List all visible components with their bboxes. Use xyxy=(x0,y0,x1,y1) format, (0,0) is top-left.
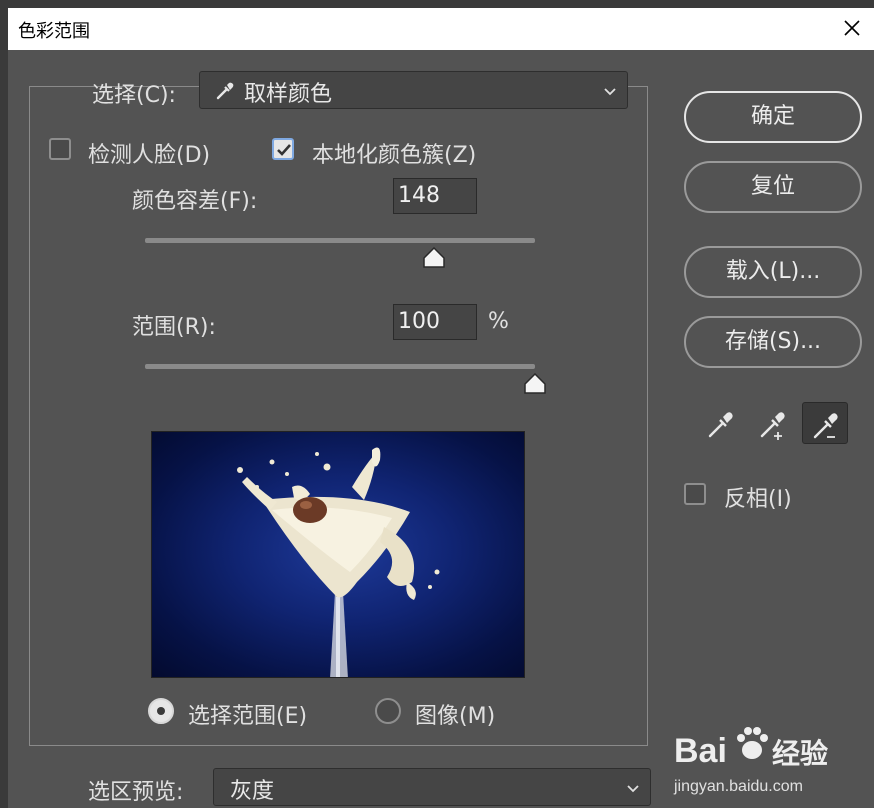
select-dropdown[interactable]: 取样颜色 xyxy=(199,71,628,109)
detect-faces-label: 检测人脸(D) xyxy=(88,143,211,168)
invert-checkbox[interactable] xyxy=(684,483,706,505)
selection-radio[interactable] xyxy=(148,698,174,724)
range-unit: % xyxy=(488,309,509,334)
ok-button[interactable]: 确定 xyxy=(684,91,862,143)
watermark-brand: Bai xyxy=(674,732,727,770)
window-edge-left xyxy=(0,0,8,808)
range-label: 范围(R): xyxy=(132,315,216,340)
range-slider-track[interactable] xyxy=(145,364,535,369)
dialog-title: 色彩范围 xyxy=(18,21,90,42)
title-bar: 色彩范围 xyxy=(8,8,874,50)
checkmark-icon xyxy=(277,144,291,156)
baidu-watermark: Bai 经验 jingyan.baidu.com xyxy=(664,714,874,808)
eyedropper-icon xyxy=(214,80,236,102)
fuzziness-slider-track[interactable] xyxy=(145,238,535,243)
detect-faces-checkbox[interactable] xyxy=(49,138,71,160)
invert-label: 反相(I) xyxy=(724,487,792,512)
localized-clusters-label: 本地化颜色簇(Z) xyxy=(312,143,477,168)
fuzziness-label: 颜色容差(F): xyxy=(132,189,258,214)
cocktail-splash-illustration xyxy=(237,447,440,677)
paw-icon xyxy=(737,727,768,759)
selection-preview-value: 灰度 xyxy=(230,779,275,804)
selection-preview-image[interactable] xyxy=(151,431,525,678)
window-edge xyxy=(0,0,874,8)
selection-preview-label: 选区预览: xyxy=(88,780,184,805)
range-value: 100 xyxy=(398,309,440,334)
image-radio[interactable] xyxy=(375,698,401,724)
watermark-url: jingyan.baidu.com xyxy=(674,778,803,795)
range-input[interactable]: 100 xyxy=(393,304,477,340)
select-value: 取样颜色 xyxy=(244,82,333,107)
image-radio-label: 图像(M) xyxy=(415,704,496,729)
watermark-cn: 经验 xyxy=(772,737,829,770)
load-button[interactable]: 载入(L)... xyxy=(684,246,862,298)
reset-button[interactable]: 复位 xyxy=(684,161,862,213)
fuzziness-input[interactable]: 148 xyxy=(393,178,477,214)
chevron-down-icon xyxy=(603,84,617,98)
save-button[interactable]: 存储(S)... xyxy=(684,316,862,368)
localized-clusters-checkbox[interactable] xyxy=(272,138,294,160)
eyedropper-minus-icon[interactable] xyxy=(802,402,848,444)
select-label: 选择(C): xyxy=(92,83,176,108)
chevron-down-icon xyxy=(626,781,640,795)
selection-radio-label: 选择范围(E) xyxy=(188,704,308,729)
selection-preview-dropdown[interactable]: 灰度 xyxy=(213,768,651,806)
fuzziness-slider-thumb[interactable] xyxy=(422,246,446,269)
range-slider-thumb[interactable] xyxy=(523,372,547,395)
eyedropper-plus-icon[interactable] xyxy=(750,402,796,444)
fuzziness-value: 148 xyxy=(398,183,440,208)
eyedropper-icon[interactable] xyxy=(698,402,744,444)
close-icon[interactable] xyxy=(840,16,864,40)
